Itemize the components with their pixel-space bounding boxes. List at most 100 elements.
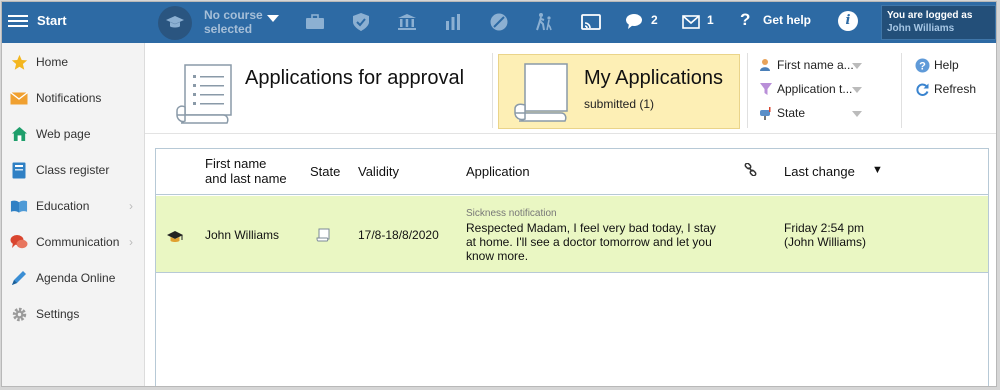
scroll-list-icon bbox=[176, 64, 232, 124]
sidebar-item-label: Notifications bbox=[36, 91, 102, 105]
sidebar-item-agenda-online[interactable]: Agenda Online bbox=[2, 263, 145, 293]
sidebar-item-label: Agenda Online bbox=[36, 271, 116, 285]
column-header-last-change[interactable]: Last change bbox=[784, 164, 855, 179]
refresh-label: Refresh bbox=[934, 82, 977, 96]
column-header-validity[interactable]: Validity bbox=[358, 164, 399, 179]
get-help-button[interactable]: Get help bbox=[763, 13, 811, 27]
hamburger-menu-icon[interactable] bbox=[8, 12, 28, 30]
messages-count: 2 bbox=[651, 13, 658, 27]
sidebar-item-label: Communication bbox=[36, 235, 120, 249]
pen-icon bbox=[10, 269, 28, 287]
open-book-icon bbox=[10, 197, 28, 215]
star-icon bbox=[10, 53, 28, 71]
sidebar-item-class-register[interactable]: Class register bbox=[2, 155, 145, 185]
app-window: Start No course selected 2 1 ? Get help … bbox=[1, 1, 997, 387]
refresh-icon bbox=[916, 83, 929, 96]
state-document-icon bbox=[316, 228, 330, 242]
register-book-icon bbox=[10, 161, 28, 179]
sort-descending-icon[interactable]: ▼ bbox=[872, 164, 883, 176]
chat-bubbles-icon[interactable] bbox=[624, 11, 646, 33]
column-header-state[interactable]: State bbox=[310, 164, 340, 179]
tile-title: My Applications bbox=[584, 67, 723, 89]
bank-building-icon[interactable] bbox=[396, 11, 418, 33]
sidebar-item-web-page[interactable]: Web page bbox=[2, 119, 145, 149]
table-row[interactable]: John Williams 17/8-18/8/2020 Sickness no… bbox=[156, 196, 988, 273]
envelope-icon bbox=[10, 89, 28, 107]
house-icon bbox=[10, 125, 28, 143]
filter-name[interactable]: First name a... bbox=[757, 56, 867, 76]
sidebar-item-education[interactable]: Education › bbox=[2, 191, 145, 221]
graduation-cap-icon[interactable] bbox=[158, 6, 192, 40]
column-label-line1: First name bbox=[205, 156, 267, 171]
column-label-line2: and last name bbox=[205, 171, 287, 186]
login-username: John Williams bbox=[887, 23, 955, 34]
cell-application-type: Sickness notification bbox=[466, 208, 557, 219]
filter-label: First name a... bbox=[777, 58, 854, 72]
bar-chart-icon[interactable] bbox=[442, 11, 464, 33]
login-box[interactable]: You are logged as John Williams bbox=[881, 5, 996, 40]
my-applications-tile[interactable]: My Applications submitted (1) bbox=[498, 54, 740, 129]
sidebar-item-label: Home bbox=[36, 55, 69, 69]
column-header-application[interactable]: Application bbox=[466, 164, 530, 179]
info-icon[interactable]: i bbox=[838, 11, 858, 31]
course-selector[interactable]: No course selected bbox=[204, 8, 263, 36]
chevron-right-icon: › bbox=[129, 235, 133, 249]
cell-application-text: Respected Madam, I feel very bad today, … bbox=[466, 221, 716, 263]
chat-bubbles-icon bbox=[10, 233, 28, 251]
gear-icon bbox=[10, 305, 28, 323]
cast-screen-icon[interactable] bbox=[580, 11, 602, 33]
tile-title: Applications for approval bbox=[245, 67, 465, 89]
caret-down-icon bbox=[852, 63, 862, 69]
caret-down-icon[interactable] bbox=[267, 15, 279, 22]
mail-icon[interactable] bbox=[680, 11, 702, 33]
sidebar-item-home[interactable]: Home bbox=[2, 47, 145, 77]
filter-label: Application t... bbox=[777, 82, 853, 96]
sidebar-item-label: Web page bbox=[36, 127, 91, 141]
sidebar-item-communication[interactable]: Communication › bbox=[2, 227, 145, 257]
briefcase-icon[interactable] bbox=[304, 11, 326, 33]
last-change-author: (John Williams) bbox=[784, 235, 867, 249]
shield-icon[interactable] bbox=[350, 11, 372, 33]
help-label: Help bbox=[934, 58, 959, 72]
cell-name: John Williams bbox=[205, 228, 280, 242]
caret-down-icon bbox=[852, 87, 862, 93]
tile-subtitle: submitted (1) bbox=[584, 97, 655, 111]
course-line2: selected bbox=[204, 22, 253, 36]
caret-down-icon bbox=[852, 111, 862, 117]
filter-label: State bbox=[777, 106, 806, 120]
page-header: Applications for approval My Application… bbox=[145, 43, 996, 134]
help-button[interactable]: ? Help bbox=[913, 56, 993, 76]
filter-state[interactable]: State bbox=[757, 104, 867, 124]
last-change-time: Friday 2:54 pm bbox=[784, 221, 865, 235]
chevron-right-icon: › bbox=[129, 199, 133, 213]
mail-count: 1 bbox=[707, 13, 714, 27]
link-icon[interactable] bbox=[744, 163, 757, 176]
sidebar-item-settings[interactable]: Settings bbox=[2, 299, 145, 329]
sidebar-item-label: Class register bbox=[36, 163, 110, 177]
no-food-icon[interactable] bbox=[488, 11, 510, 33]
sidebar-item-notifications[interactable]: Notifications bbox=[2, 83, 145, 113]
help-circle-icon: ? bbox=[915, 58, 930, 73]
question-mark-icon[interactable]: ? bbox=[740, 10, 750, 30]
start-label[interactable]: Start bbox=[37, 13, 67, 28]
cell-validity: 17/8-18/8/2020 bbox=[358, 228, 439, 242]
sidebar-item-label: Education bbox=[36, 199, 90, 213]
sidebar-item-label: Settings bbox=[36, 307, 80, 321]
divider bbox=[901, 53, 902, 128]
applications-for-approval-tile[interactable]: Applications for approval bbox=[165, 55, 485, 133]
top-bar: Start No course selected 2 1 ? Get help … bbox=[2, 2, 996, 43]
walking-people-icon[interactable] bbox=[534, 11, 556, 33]
applications-table: First name and last name State Validity … bbox=[155, 148, 989, 386]
person-icon bbox=[760, 59, 770, 71]
mailbox-icon bbox=[760, 107, 771, 120]
scroll-icon bbox=[514, 63, 568, 122]
column-header-name[interactable]: First name and last name bbox=[205, 156, 287, 186]
login-caption: You are logged as bbox=[887, 10, 973, 21]
divider bbox=[492, 53, 493, 128]
funnel-icon bbox=[760, 83, 772, 95]
refresh-button[interactable]: Refresh bbox=[913, 80, 993, 100]
sidebar: Home Notifications Web page Class regist… bbox=[2, 43, 145, 386]
course-line1: No course bbox=[204, 8, 263, 22]
divider bbox=[747, 53, 748, 128]
filter-application-type[interactable]: Application t... bbox=[757, 80, 867, 100]
